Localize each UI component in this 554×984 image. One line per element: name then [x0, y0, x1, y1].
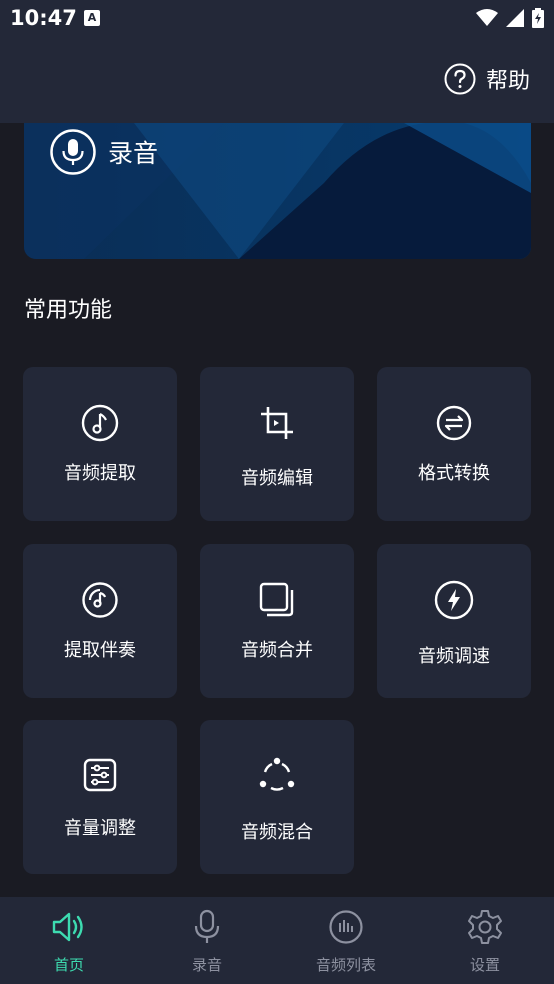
feature-label: 音频提取 — [64, 463, 136, 484]
feature-card-audio-extract[interactable]: 音频提取 — [23, 367, 177, 521]
help-label: 帮助 — [485, 69, 530, 94]
nav-item-settings[interactable]: 设置 — [416, 897, 554, 984]
feature-label: 格式转换 — [418, 463, 490, 484]
status-time: 10:47 — [10, 6, 77, 30]
top-header: 帮助 — [0, 38, 554, 123]
help-button[interactable]: 帮助 — [444, 63, 530, 95]
record-label: 录音 — [108, 139, 159, 168]
feature-label: 音频编辑 — [241, 468, 313, 489]
signal-icon — [506, 9, 524, 27]
feature-label: 音频调速 — [418, 646, 490, 667]
record-banner[interactable]: 录音 — [24, 123, 531, 259]
nav-label: 设置 — [469, 956, 500, 974]
feature-label: 音量调整 — [64, 818, 136, 839]
microphone-icon — [50, 129, 96, 175]
music-note-icon — [81, 404, 119, 442]
feature-label: 提取伴奏 — [64, 640, 136, 661]
swap-arrows-icon — [436, 405, 472, 441]
feature-card-extract-accompaniment[interactable]: 提取伴奏 — [23, 544, 177, 698]
feature-card-audio-mix[interactable]: 音频混合 — [200, 720, 354, 874]
stacked-squares-icon — [259, 582, 294, 617]
gear-icon — [468, 910, 502, 944]
sliders-icon — [83, 758, 117, 792]
status-bar: 10:47 A — [0, 0, 554, 38]
nav-item-home[interactable]: 首页 — [0, 897, 138, 984]
feature-card-format-convert[interactable]: 格式转换 — [377, 367, 531, 521]
feature-card-audio-edit[interactable]: 音频编辑 — [200, 367, 354, 521]
dots-circle-icon — [259, 757, 295, 791]
nav-label: 音频列表 — [315, 956, 376, 974]
notification-icon: A — [84, 10, 100, 26]
feature-card-audio-merge[interactable]: 音频合并 — [200, 544, 354, 698]
microphone-icon — [194, 909, 220, 943]
nav-item-record[interactable]: 录音 — [138, 897, 276, 984]
feature-card-audio-speed[interactable]: 音频调速 — [377, 544, 531, 698]
record-entry[interactable]: 录音 — [50, 129, 158, 175]
wifi-icon — [476, 9, 498, 26]
help-icon — [444, 63, 476, 95]
vinyl-icon — [82, 582, 118, 618]
speaker-icon — [52, 912, 83, 942]
audio-bars-icon — [329, 910, 363, 944]
nav-label: 录音 — [191, 956, 222, 974]
crop-icon — [261, 407, 293, 439]
lightning-icon — [434, 580, 474, 620]
feature-label: 音频合并 — [241, 640, 313, 661]
nav-label: 首页 — [53, 956, 84, 974]
bottom-nav: 首页 录音 音频列表 设置 — [0, 896, 554, 984]
feature-label: 音频混合 — [241, 822, 313, 843]
battery-icon — [532, 8, 544, 28]
nav-item-audio-list[interactable]: 音频列表 — [277, 897, 415, 984]
section-title: 常用功能 — [24, 298, 113, 323]
feature-card-volume-adjust[interactable]: 音量调整 — [23, 720, 177, 874]
